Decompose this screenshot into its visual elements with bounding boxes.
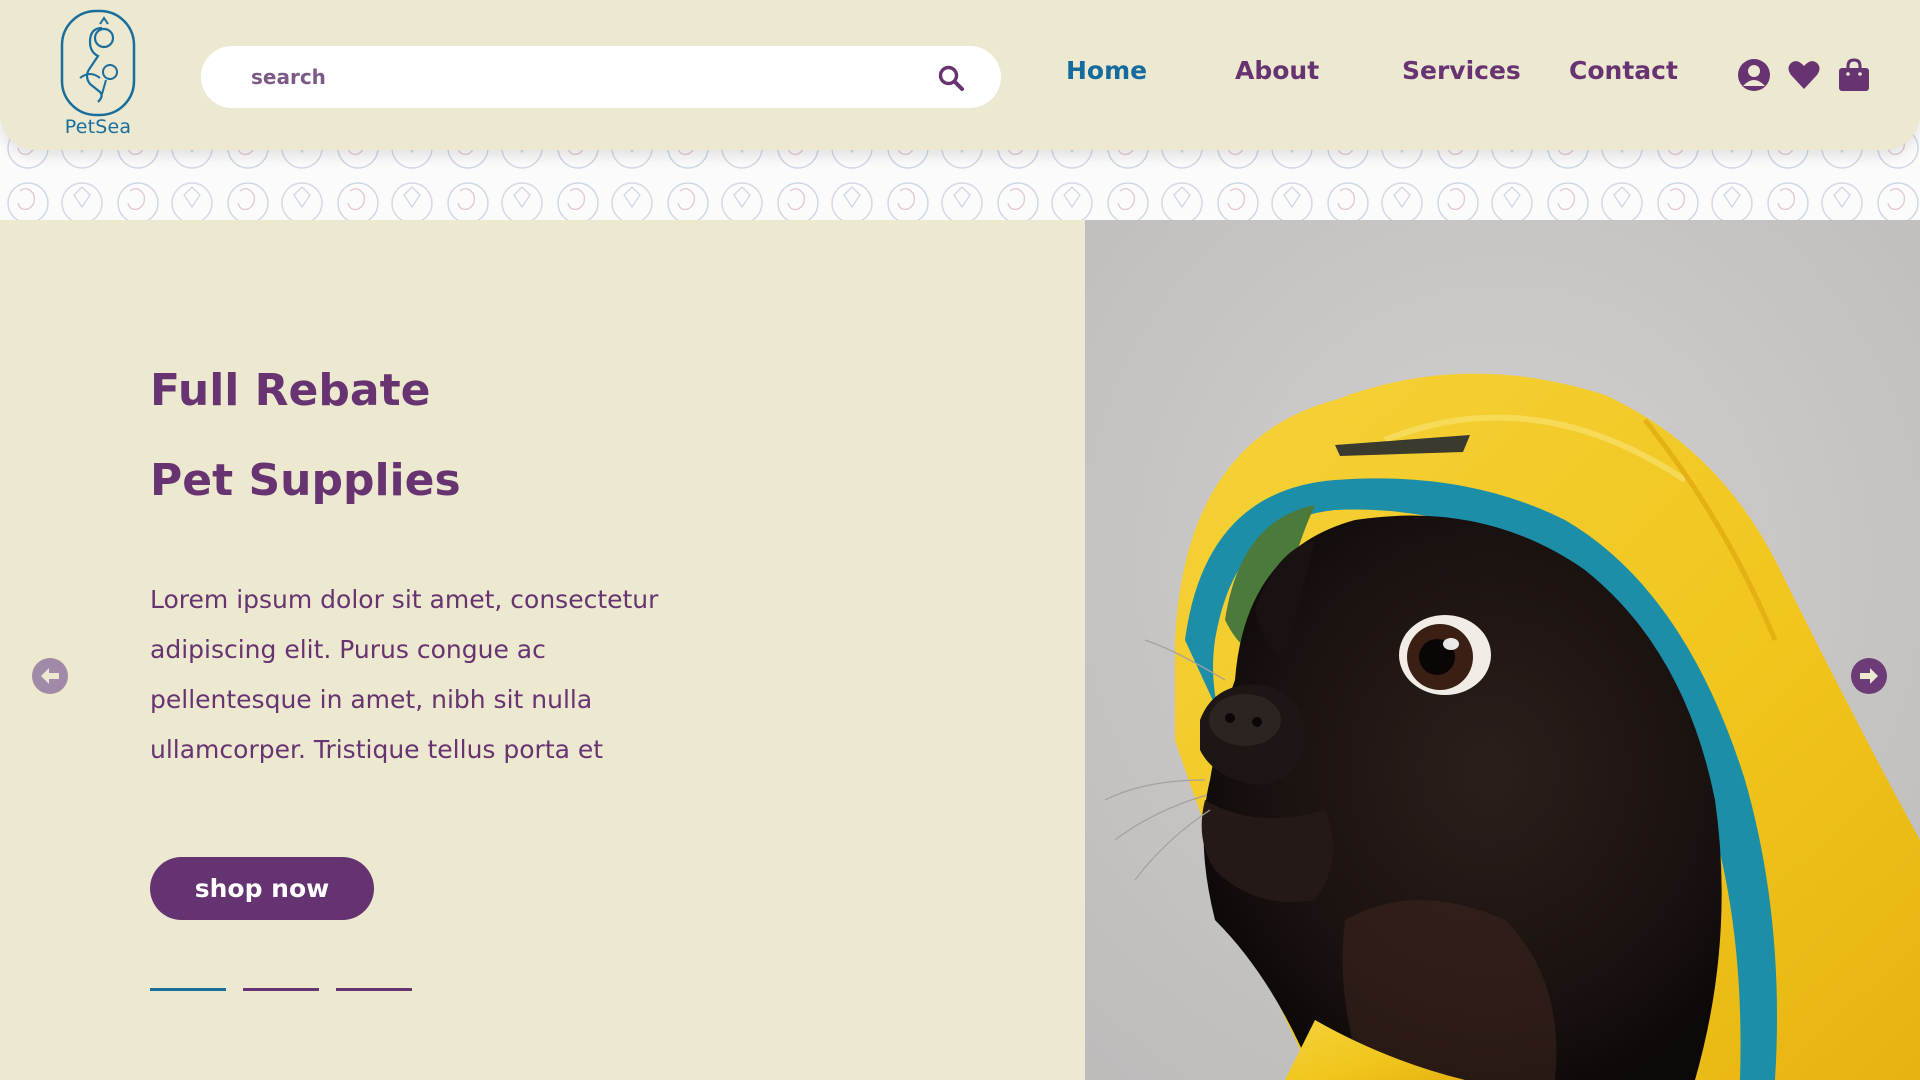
hero-description: Lorem ipsum dolor sit amet, consectetur … — [150, 585, 659, 764]
search-input[interactable] — [249, 46, 889, 108]
user-icon[interactable] — [1737, 58, 1771, 92]
nav-contact[interactable]: Contact — [1569, 56, 1678, 85]
nav-services[interactable]: Services — [1402, 56, 1521, 85]
arrow-right-icon — [1860, 668, 1878, 684]
brand-name: PetSea — [64, 116, 132, 138]
nav-about[interactable]: About — [1235, 56, 1319, 85]
arrow-left-icon — [41, 668, 59, 684]
next-slide-button[interactable] — [1851, 658, 1887, 694]
petsea-logo-icon — [60, 9, 136, 117]
hero-title-line1: Full Rebate — [150, 365, 431, 416]
search-icon[interactable] — [937, 64, 965, 92]
slide-indicator-1[interactable] — [150, 988, 226, 991]
slide-indicator-2[interactable] — [243, 988, 319, 991]
hero-title-line2: Pet Supplies — [150, 455, 461, 506]
shopping-bag-icon[interactable] — [1837, 58, 1871, 92]
site-header: PetSea Home About Services Contact — [0, 0, 1920, 150]
search-bar — [201, 46, 1001, 108]
heart-icon[interactable] — [1787, 58, 1821, 92]
shop-now-button[interactable]: shop now — [150, 857, 374, 920]
hero-image — [1085, 220, 1920, 1080]
nav-home[interactable]: Home — [1066, 56, 1147, 85]
dog-in-raincoat-illustration — [1085, 220, 1920, 1080]
previous-slide-button[interactable] — [32, 658, 68, 694]
brand-logo[interactable]: PetSea — [58, 8, 138, 140]
slide-indicator-3[interactable] — [336, 988, 412, 991]
